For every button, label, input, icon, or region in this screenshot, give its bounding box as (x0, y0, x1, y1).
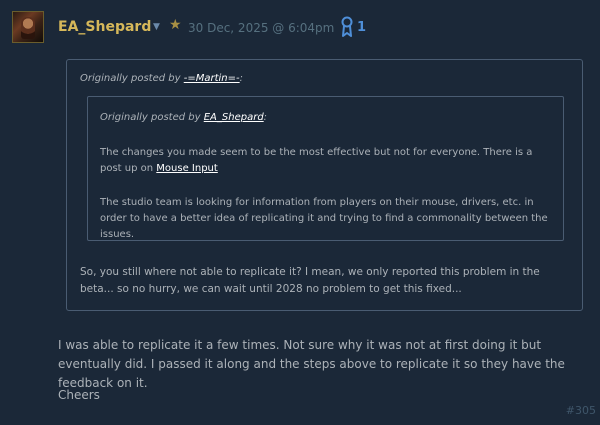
outer-quote-prefix: Originally posted by (80, 73, 184, 84)
award-ribbon-icon[interactable] (340, 16, 354, 38)
chevron-down-icon[interactable]: ▼ (153, 22, 160, 32)
post-number[interactable]: #305 (566, 404, 596, 417)
star-icon: ★ (169, 17, 182, 33)
avatar[interactable] (12, 11, 44, 43)
inner-quote: Originally posted by EA_Shepard: The cha… (87, 96, 564, 241)
inner-quote-user-link[interactable]: EA_Shepard (204, 112, 264, 123)
inner-quote-paragraph-2: The studio team is looking for informati… (100, 197, 548, 240)
outer-quote-suffix: : (239, 73, 243, 84)
outer-quote: Originally posted by -=Martin=-: Origina… (66, 59, 583, 311)
award-count: 1 (357, 20, 367, 35)
reply-body: I was able to replicate it a few times. … (58, 338, 565, 390)
avatar-figure (21, 17, 35, 39)
outer-quote-user-link[interactable]: -=Martin=- (184, 73, 240, 84)
inner-quote-suffix: : (263, 112, 268, 123)
outer-quote-attribution: Originally posted by -=Martin=-: (80, 73, 243, 84)
inner-quote-attribution: Originally posted by EA_Shepard: (100, 112, 267, 123)
post-header: EA_Shepard ▼ ★ 30 Dec, 2025 @ 6:04pm 1 (12, 11, 600, 47)
reply-signoff: Cheers (58, 388, 100, 402)
mouse-input-link[interactable]: Mouse Input (156, 163, 218, 174)
author-name[interactable]: EA_Shepard (58, 19, 151, 35)
inner-quote-paragraph-1: The changes you made seem to be the most… (100, 145, 555, 177)
inner-quote-prefix: Originally posted by (100, 112, 204, 123)
post-timestamp: 30 Dec, 2025 @ 6:04pm (188, 21, 335, 35)
outer-quote-text: So, you still where not able to replicat… (80, 266, 540, 295)
